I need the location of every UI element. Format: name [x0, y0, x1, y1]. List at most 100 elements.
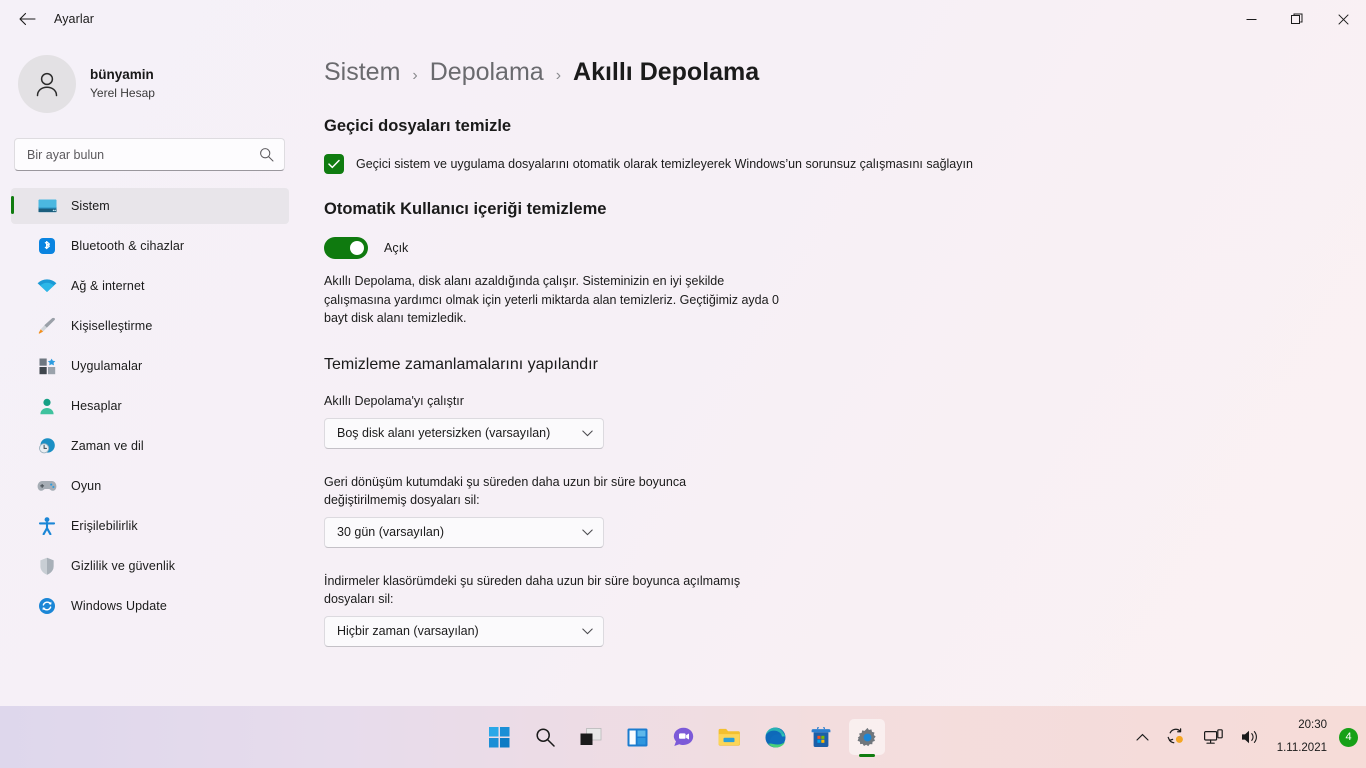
account-name: bünyamin	[90, 67, 154, 82]
sidebar-item-windows-update[interactable]: Windows Update	[11, 588, 289, 624]
close-icon	[1337, 13, 1349, 25]
task-view-button[interactable]	[573, 719, 609, 755]
tray-overflow-button[interactable]	[1129, 719, 1156, 755]
schedules-heading: Temizleme zamanlamalarını yapılandır	[324, 355, 598, 373]
accessibility-person-icon	[36, 516, 58, 536]
account-card[interactable]: bünyamin Yerel Hesap	[18, 55, 300, 113]
sidebar-item-label: Sistem	[71, 199, 110, 213]
gamepad-icon	[36, 476, 58, 496]
tray-date: 1.11.2021	[1276, 742, 1327, 754]
run-storage-sense-dropdown[interactable]: Boş disk alanı yetersizken (varsayılan)	[324, 417, 604, 449]
sidebar-item-label: Erişilebilirlik	[71, 519, 138, 533]
window-controls	[1228, 0, 1366, 38]
temp-files-checkbox[interactable]	[324, 154, 344, 174]
breadcrumb: Sistem › Depolama › Akıllı Depolama	[324, 58, 1366, 87]
search-box[interactable]	[14, 138, 285, 171]
sidebar-item-oyun[interactable]: Oyun	[11, 468, 289, 504]
speaker-icon	[1241, 730, 1257, 744]
widgets-icon	[627, 728, 647, 746]
close-button[interactable]	[1320, 0, 1366, 38]
bluetooth-icon	[36, 236, 58, 256]
downloads-folder-field: İndirmeler klasörümdeki şu süreden daha …	[324, 572, 1366, 647]
sidebar-item-label: Ağ & internet	[71, 279, 145, 293]
start-button[interactable]	[481, 719, 517, 755]
account-text: bünyamin Yerel Hesap	[90, 66, 155, 102]
toggle-knob	[350, 241, 364, 255]
monitor-icon	[36, 196, 58, 216]
recycle-bin-dropdown[interactable]: 30 gün (varsayılan)	[324, 516, 604, 548]
breadcrumb-separator: ›	[555, 67, 562, 84]
clock-globe-icon	[36, 436, 58, 456]
notification-badge[interactable]: 4	[1339, 727, 1358, 747]
chevron-down-icon	[582, 529, 593, 536]
folder-icon	[718, 728, 740, 746]
onedrive-button[interactable]	[1160, 719, 1193, 755]
breadcrumb-current: Akıllı Depolama	[573, 58, 760, 86]
microsoft-store-icon	[811, 726, 831, 747]
search-icon	[536, 728, 555, 747]
clock-button[interactable]: 20:30 1.11.2021	[1271, 719, 1333, 755]
wifi-icon	[36, 276, 58, 296]
sidebar-item-label: Windows Update	[71, 599, 167, 613]
search-button[interactable]	[527, 719, 563, 755]
file-explorer-button[interactable]	[711, 719, 747, 755]
restore-icon	[1291, 13, 1303, 24]
sidebar: bünyamin Yerel Hesap Bir ayar bulun Sist…	[0, 38, 300, 706]
sidebar-item-label: Hesaplar	[71, 399, 122, 413]
sidebar-item-label: Bluetooth & cihazlar	[71, 239, 185, 253]
auto-clean-description: Akıllı Depolama, disk alanı azaldığında …	[324, 274, 780, 326]
sidebar-item-hesaplar[interactable]: Hesaplar	[11, 388, 289, 424]
sidebar-item-gizlilik-ve-guvenlik[interactable]: Gizlilik ve güvenlik	[11, 548, 289, 584]
apps-grid-icon	[36, 356, 58, 376]
chat-button[interactable]	[665, 719, 701, 755]
taskbar: 20:30 1.11.2021 4	[0, 706, 1366, 768]
chevron-down-icon	[582, 430, 593, 437]
settings-window: Ayarlar bünyamin Yerel Hesap Bir ayar bu…	[0, 0, 1366, 768]
sidebar-item-sistem[interactable]: Sistem	[11, 188, 289, 224]
account-subtitle: Yerel Hesap	[90, 86, 155, 100]
breadcrumb-root[interactable]: Sistem	[324, 58, 400, 87]
back-button[interactable]	[10, 4, 44, 34]
search-input[interactable]	[15, 139, 284, 170]
gear-icon	[857, 727, 876, 746]
onedrive-sync-icon	[1167, 728, 1183, 744]
sidebar-item-label: Zaman ve dil	[71, 439, 144, 453]
edge-button[interactable]	[757, 719, 793, 755]
temp-files-checkbox-row[interactable]: Geçici sistem ve uygulama dosyalarını ot…	[324, 154, 1366, 174]
field-label: Geri dönüşüm kutumdaki şu süreden daha u…	[324, 474, 687, 507]
auto-clean-toggle[interactable]	[324, 237, 368, 259]
sidebar-item-erisilebilirlik[interactable]: Erişilebilirlik	[11, 508, 289, 544]
dropdown-value: Hiçbir zaman (varsayılan)	[337, 624, 479, 639]
chevron-up-icon	[1136, 733, 1149, 741]
run-storage-sense-field: Akıllı Depolama'yı çalıştır Boş disk ala…	[324, 392, 1366, 449]
network-icon	[1203, 729, 1223, 744]
auto-clean-heading: Otomatik Kullanıcı içeriği temizleme	[324, 200, 607, 218]
sidebar-item-kisisellestirme[interactable]: Kişiselleştirme	[11, 308, 289, 344]
sidebar-item-ag-internet[interactable]: Ağ & internet	[11, 268, 289, 304]
person-avatar-icon	[36, 72, 58, 97]
sidebar-item-uygulamalar[interactable]: Uygulamalar	[11, 348, 289, 384]
sidebar-nav: Sistem Bluetooth & cihazlar Ağ & interne…	[0, 188, 300, 624]
widgets-button[interactable]	[619, 719, 655, 755]
maximize-button[interactable]	[1274, 0, 1320, 38]
task-view-icon	[580, 728, 602, 745]
breadcrumb-parent[interactable]: Depolama	[430, 58, 544, 87]
sidebar-item-zaman-ve-dil[interactable]: Zaman ve dil	[11, 428, 289, 464]
windows-logo-icon	[488, 726, 509, 747]
settings-button[interactable]	[849, 719, 885, 755]
system-tray: 20:30 1.11.2021 4	[1129, 706, 1358, 768]
minimize-button[interactable]	[1228, 0, 1274, 38]
volume-button[interactable]	[1234, 719, 1267, 755]
chat-video-icon	[673, 727, 693, 746]
store-button[interactable]	[803, 719, 839, 755]
sidebar-item-bluetooth-cihazlar[interactable]: Bluetooth & cihazlar	[11, 228, 289, 264]
sidebar-item-label: Oyun	[71, 479, 102, 493]
sidebar-item-label: Uygulamalar	[71, 359, 143, 373]
network-button[interactable]	[1197, 719, 1230, 755]
downloads-folder-dropdown[interactable]: Hiçbir zaman (varsayılan)	[324, 615, 604, 647]
field-label: İndirmeler klasörümdeki şu süreden daha …	[324, 573, 741, 606]
dropdown-value: 30 gün (varsayılan)	[337, 525, 445, 540]
sidebar-item-label: Gizlilik ve güvenlik	[71, 559, 176, 573]
window-title: Ayarlar	[54, 12, 95, 26]
